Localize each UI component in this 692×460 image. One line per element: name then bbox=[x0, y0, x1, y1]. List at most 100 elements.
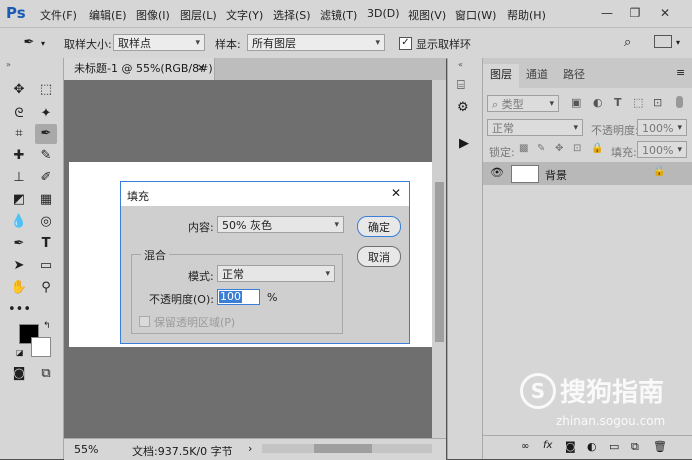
new-layer-icon[interactable]: ⧉ bbox=[631, 440, 639, 454]
collapse-icon[interactable]: » bbox=[6, 60, 11, 69]
layer-name[interactable]: 背景 bbox=[545, 167, 567, 183]
zoom-tool-icon[interactable]: ⚲ bbox=[35, 278, 57, 298]
opacity-field[interactable]: 100% ▾ bbox=[637, 119, 687, 136]
tab-paths[interactable]: 路径 bbox=[563, 66, 585, 82]
tab-layers-label[interactable]: 图层 bbox=[490, 66, 512, 82]
workspace-icon[interactable] bbox=[654, 35, 672, 48]
default-colors-icon[interactable]: ◪ bbox=[16, 348, 24, 357]
path-selection-tool-icon[interactable]: ➤ bbox=[8, 256, 30, 276]
eyedropper-tool-icon[interactable]: ✒ bbox=[35, 124, 57, 144]
healing-brush-tool-icon[interactable]: ✚ bbox=[8, 146, 30, 166]
menu-file[interactable]: 文件(F) bbox=[40, 7, 77, 23]
mask-icon[interactable]: ◙ bbox=[565, 440, 576, 453]
crop-tool-icon[interactable]: ⌗ bbox=[8, 124, 30, 144]
lasso-tool-icon[interactable]: ᘓ bbox=[8, 104, 30, 124]
chevron-down-icon[interactable]: ▾ bbox=[41, 39, 45, 48]
search-icon[interactable]: ⌕ bbox=[624, 35, 631, 50]
lock-transparent-icon[interactable]: ▩ bbox=[519, 143, 528, 154]
hand-tool-icon[interactable]: ✋ bbox=[8, 278, 30, 298]
blur-tool-icon[interactable]: 💧 bbox=[8, 212, 30, 232]
menu-type[interactable]: 文字(Y) bbox=[226, 7, 263, 23]
maximize-icon[interactable]: ❐ bbox=[626, 4, 644, 22]
show-ring-checkbox[interactable]: ✓ bbox=[399, 37, 412, 50]
filter-toggle[interactable] bbox=[676, 96, 683, 108]
horizontal-scrollbar[interactable] bbox=[262, 444, 432, 453]
lock-artboard-icon[interactable]: ⊡ bbox=[573, 143, 581, 154]
more-tools-icon[interactable]: ••• bbox=[8, 300, 31, 320]
pen-tool-icon[interactable]: ✒ bbox=[8, 234, 30, 254]
menu-view[interactable]: 视图(V) bbox=[408, 7, 446, 23]
document-tab[interactable]: 未标题-1 @ 55%(RGB/8#) ✕ bbox=[64, 58, 215, 80]
fx-icon[interactable]: fx bbox=[543, 440, 552, 451]
eye-icon[interactable]: 👁 bbox=[490, 166, 504, 179]
collapse-icon[interactable]: « bbox=[458, 60, 463, 69]
quick-mask-icon[interactable]: ◙ bbox=[8, 364, 30, 384]
layers-footer: ∞ fx ◙ ◐ ▭ ⧉ 🗑 bbox=[483, 435, 692, 460]
scrollbar-thumb[interactable] bbox=[314, 444, 372, 453]
history-panel-icon[interactable]: ⌸ bbox=[457, 78, 465, 93]
filter-adjustment-icon[interactable]: ◐ bbox=[593, 96, 603, 109]
lock-all-icon[interactable]: 🔒 bbox=[591, 143, 603, 154]
content-select[interactable]: 50% 灰色 ▾ bbox=[217, 216, 344, 233]
scrollbar-thumb[interactable] bbox=[435, 182, 444, 342]
actions-play-icon[interactable]: ▶ bbox=[459, 136, 469, 151]
close-icon[interactable]: ✕ bbox=[656, 4, 674, 22]
swap-colors-icon[interactable]: ↰ bbox=[43, 321, 51, 331]
sample-select[interactable]: 所有图层 ▾ bbox=[247, 34, 385, 51]
layer-row[interactable]: 👁 背景 🔒 bbox=[483, 162, 692, 185]
sogou-watermark: S 搜狗指南 bbox=[520, 372, 664, 409]
chevron-right-icon[interactable]: › bbox=[248, 442, 252, 455]
eraser-tool-icon[interactable]: ◩ bbox=[8, 190, 30, 210]
opacity-unit: % bbox=[267, 291, 278, 304]
panel-menu-icon[interactable]: ≡ bbox=[676, 66, 685, 79]
link-icon[interactable]: ∞ bbox=[521, 441, 529, 452]
type-tool-icon[interactable]: T bbox=[35, 234, 57, 254]
menu-help[interactable]: 帮助(H) bbox=[507, 7, 546, 23]
adjustment-layer-icon[interactable]: ◐ bbox=[587, 440, 597, 453]
menu-layer[interactable]: 图层(L) bbox=[180, 7, 217, 23]
chevron-down-icon[interactable]: ▾ bbox=[676, 38, 680, 47]
stamp-tool-icon[interactable]: ⊥ bbox=[8, 168, 30, 188]
opacity-input[interactable]: 100 bbox=[217, 289, 260, 305]
dodge-tool-icon[interactable]: ◎ bbox=[35, 212, 57, 232]
mode-select[interactable]: 正常 ▾ bbox=[217, 265, 335, 282]
menu-image[interactable]: 图像(I) bbox=[136, 7, 170, 23]
properties-panel-icon[interactable]: ⚙ bbox=[457, 100, 469, 115]
menu-filter[interactable]: 滤镜(T) bbox=[320, 7, 357, 23]
rectangle-tool-icon[interactable]: ▭ bbox=[35, 256, 57, 276]
ok-button[interactable]: 确定 bbox=[357, 216, 401, 237]
lock-image-icon[interactable]: ✎ bbox=[537, 143, 545, 154]
sample-size-select[interactable]: 取样点 ▾ bbox=[113, 34, 205, 51]
close-icon[interactable]: ✕ bbox=[391, 186, 401, 200]
trash-icon[interactable]: 🗑 bbox=[653, 440, 667, 453]
menu-window[interactable]: 窗口(W) bbox=[455, 7, 496, 23]
background-color-swatch[interactable] bbox=[31, 337, 51, 357]
filter-smart-object-icon[interactable]: ⊡ bbox=[653, 96, 662, 109]
filter-pixel-icon[interactable]: ▣ bbox=[571, 96, 581, 109]
history-brush-tool-icon[interactable]: ✐ bbox=[35, 168, 57, 188]
move-tool-icon[interactable]: ✥ bbox=[8, 80, 30, 100]
preserve-transparency-checkbox[interactable] bbox=[139, 316, 150, 327]
gradient-tool-icon[interactable]: ▦ bbox=[35, 190, 57, 210]
menu-select[interactable]: 选择(S) bbox=[273, 7, 311, 23]
menu-edit[interactable]: 编辑(E) bbox=[89, 7, 127, 23]
magic-wand-tool-icon[interactable]: ✦ bbox=[35, 104, 57, 124]
menu-3d[interactable]: 3D(D) bbox=[367, 7, 400, 20]
minimize-icon[interactable]: — bbox=[598, 4, 616, 22]
filter-kind-select[interactable]: ⌕ 类型 ▾ bbox=[487, 95, 559, 112]
chevron-down-icon: ▾ bbox=[334, 220, 339, 230]
screen-mode-icon[interactable]: ⧉ bbox=[35, 364, 57, 384]
lock-position-icon[interactable]: ✥ bbox=[555, 143, 563, 154]
tab-channels[interactable]: 通道 bbox=[526, 66, 548, 82]
close-icon[interactable]: ✕ bbox=[197, 58, 205, 80]
cancel-button[interactable]: 取消 bbox=[357, 246, 401, 267]
brush-tool-icon[interactable]: ✎ bbox=[35, 146, 57, 166]
blend-mode-select[interactable]: 正常 ▾ bbox=[487, 119, 583, 136]
marquee-tool-icon[interactable]: ⬚ bbox=[35, 80, 57, 100]
filter-type-icon[interactable]: T bbox=[614, 96, 622, 109]
zoom-level[interactable]: 55% bbox=[74, 443, 98, 456]
fill-field[interactable]: 100% ▾ bbox=[637, 141, 687, 158]
eyedropper-icon[interactable]: ✒ bbox=[18, 34, 40, 52]
filter-shape-icon[interactable]: ⬚ bbox=[633, 96, 643, 109]
group-icon[interactable]: ▭ bbox=[609, 440, 619, 453]
